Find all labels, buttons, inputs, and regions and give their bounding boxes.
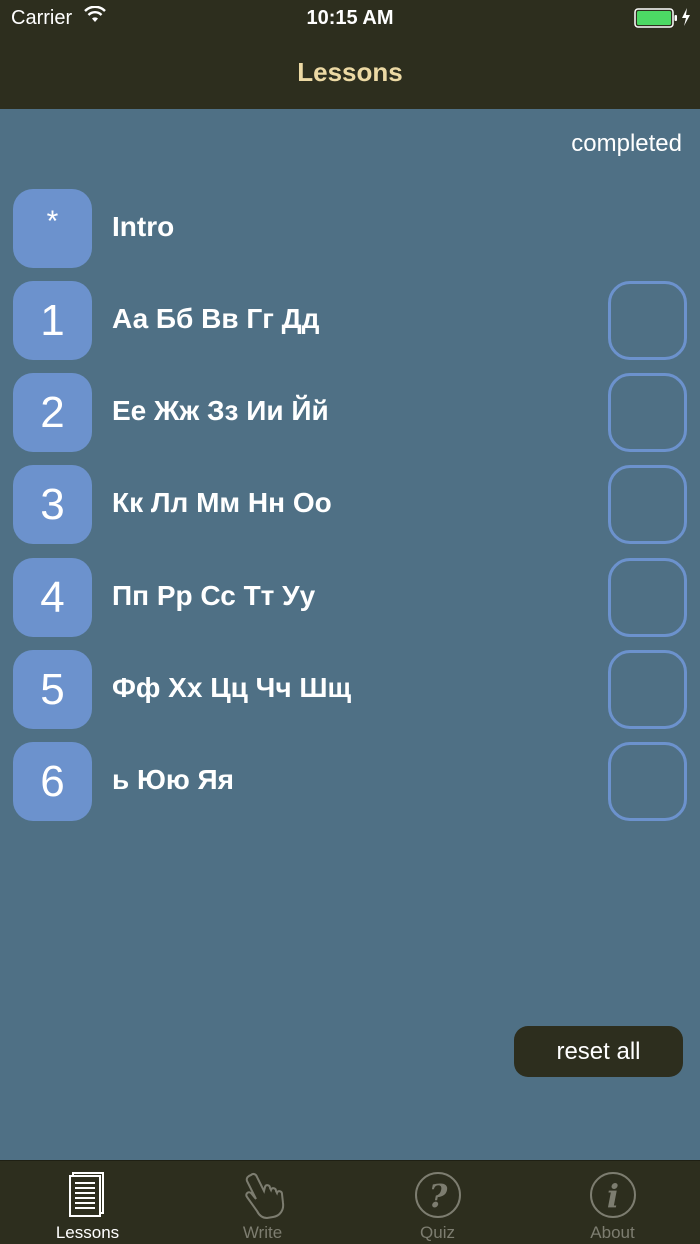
lesson-number-button[interactable]: 4	[13, 558, 92, 637]
lesson-row-1[interactable]: 1 Аа Бб Вв Гг Дд	[0, 281, 700, 361]
lesson-row-2[interactable]: 2 Ее Жж Зз Ии Йй	[0, 373, 700, 453]
lesson-row-intro[interactable]: * Intro	[0, 189, 700, 269]
tab-label: About	[590, 1223, 635, 1242]
completed-checkbox[interactable]	[608, 558, 687, 637]
lesson-title[interactable]: Фф Хх Цц Чч Шщ	[112, 672, 351, 704]
status-time: 10:15 AM	[306, 7, 394, 29]
completed-checkbox[interactable]	[608, 281, 687, 360]
lesson-title[interactable]: Ее Жж Зз Ии Йй	[112, 395, 329, 427]
lesson-number-button[interactable]: 6	[13, 742, 92, 821]
question-icon: ?	[415, 1172, 461, 1218]
lesson-row-6[interactable]: 6 ь Юю Яя	[0, 742, 700, 822]
completed-checkbox[interactable]	[608, 742, 687, 821]
reset-all-button[interactable]: reset all	[514, 1026, 683, 1077]
tab-quiz[interactable]: ? Quiz	[350, 1161, 525, 1244]
svg-text:i: i	[607, 1177, 619, 1215]
info-icon: i	[590, 1172, 636, 1218]
charging-bolt-icon	[682, 8, 690, 26]
navigation-bar: Lessons	[0, 40, 700, 109]
lesson-row-3[interactable]: 3 Кк Лл Мм Нн Оо	[0, 465, 700, 545]
lesson-title[interactable]: Пп Рр Сс Тт Уу	[112, 580, 315, 612]
tab-label: Quiz	[420, 1223, 455, 1242]
page-title: Lessons	[297, 57, 403, 87]
lesson-number-button[interactable]: 2	[13, 373, 92, 452]
tab-about[interactable]: i About	[525, 1161, 700, 1244]
lesson-title[interactable]: Аа Бб Вв Гг Дд	[112, 303, 319, 335]
completed-column-label: completed	[571, 130, 682, 157]
svg-text:?: ?	[429, 1177, 448, 1215]
lesson-row-4[interactable]: 4 Пп Рр Сс Тт Уу	[0, 558, 700, 638]
lesson-row-5[interactable]: 5 Фф Хх Цц Чч Шщ	[0, 650, 700, 730]
status-bar: Carrier 10:15 AM	[0, 0, 700, 40]
lesson-title[interactable]: Кк Лл Мм Нн Оо	[112, 487, 332, 519]
tab-bar: Lessons Write ? Quiz i About	[0, 1160, 700, 1244]
hand-pointer-icon	[245, 1172, 285, 1220]
lesson-title[interactable]: Intro	[112, 211, 174, 243]
lesson-number-button[interactable]: 3	[13, 465, 92, 544]
lesson-number-button[interactable]: *	[13, 189, 92, 268]
completed-checkbox[interactable]	[608, 465, 687, 544]
completed-checkbox[interactable]	[608, 373, 687, 452]
lesson-number-button[interactable]: 5	[13, 650, 92, 729]
battery-icon	[634, 8, 677, 28]
tab-write[interactable]: Write	[175, 1161, 350, 1244]
document-icon	[69, 1172, 104, 1217]
tab-label: Lessons	[55, 1223, 120, 1242]
tab-lessons[interactable]: Lessons	[0, 1161, 175, 1244]
tab-label: Write	[242, 1223, 283, 1242]
lesson-title[interactable]: ь Юю Яя	[112, 764, 234, 796]
lesson-number-button[interactable]: 1	[13, 281, 92, 360]
completed-checkbox[interactable]	[608, 650, 687, 729]
